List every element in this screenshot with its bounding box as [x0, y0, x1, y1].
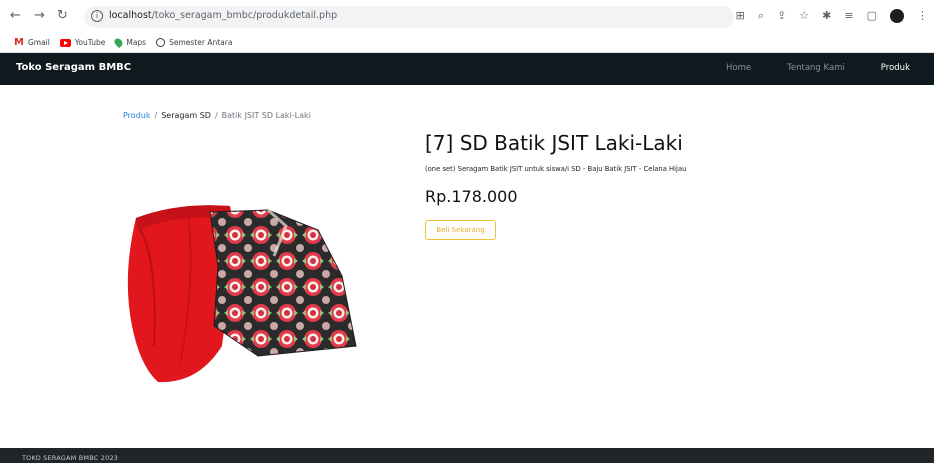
bookmarks-bar: M Gmail YouTube Maps Semester Antara: [0, 33, 934, 53]
gmail-icon: M: [14, 37, 24, 48]
product-image: [127, 205, 357, 383]
bookmark-semester-antara[interactable]: Semester Antara: [156, 38, 232, 47]
site-footer: TOKO SERAGAM BMBC 2023: [0, 448, 934, 463]
address-bar[interactable]: i localhost/toko_seragam_bmbc/produkdeta…: [84, 6, 734, 28]
url-text: localhost/toko_seragam_bmbc/produkdetail…: [109, 10, 338, 21]
breadcrumb-separator: /: [154, 111, 158, 120]
buy-now-button[interactable]: Beli Sekarang: [425, 220, 496, 240]
breadcrumb: Produk / Seragam SD / Batik JSIT SD Laki-Lak…: [123, 111, 311, 120]
product-description: (one set) Seragam Batik JSIT untuk siswa…: [425, 165, 687, 173]
share-icon[interactable]: ⇪: [777, 9, 786, 23]
product-title: [7] SD Batik JSIT Laki-Laki: [425, 131, 683, 155]
bookmark-youtube[interactable]: YouTube: [59, 38, 105, 47]
zoom-icon[interactable]: ⌕: [758, 9, 764, 23]
bookmark-maps[interactable]: Maps: [113, 36, 146, 49]
bookmark-gmail[interactable]: M Gmail: [14, 37, 50, 48]
globe-icon: [156, 38, 166, 47]
nav-link-home[interactable]: Home: [726, 63, 751, 73]
maps-icon: [113, 36, 125, 49]
breadcrumb-separator: /: [214, 111, 218, 120]
breadcrumb-category: Seragam SD: [161, 111, 211, 120]
reload-icon[interactable]: ↻: [57, 9, 68, 23]
breadcrumb-current: Batik JSIT SD Laki-Laki: [221, 111, 311, 120]
youtube-icon: [59, 38, 71, 47]
menu-kebab-icon[interactable]: ⋮: [917, 9, 928, 23]
translate-icon[interactable]: ⊞: [736, 9, 745, 23]
nav-link-tentang-kami[interactable]: Tentang Kami: [787, 63, 845, 73]
nav-link-produk[interactable]: Produk: [881, 63, 910, 73]
profile-avatar-icon[interactable]: [890, 9, 904, 23]
footer-copyright: TOKO SERAGAM BMBC 2023: [22, 454, 119, 462]
nav-links: Home Tentang Kami Produk: [726, 63, 910, 73]
browser-actions: ⊞ ⌕ ⇪ ☆ ✱ ≡ ▢ ⋮: [736, 9, 928, 23]
site-info-icon[interactable]: i: [91, 10, 103, 22]
forward-arrow-icon[interactable]: →: [34, 9, 45, 23]
site-navbar: Toko Seragam BMBC Home Tentang Kami Prod…: [0, 53, 934, 85]
product-price: Rp.178.000: [425, 187, 518, 206]
browser-toolbar: ← → ↻ i localhost/toko_seragam_bmbc/prod…: [0, 0, 934, 33]
breadcrumb-produk[interactable]: Produk: [123, 111, 150, 120]
reading-list-icon[interactable]: ≡: [844, 9, 853, 23]
bookmark-star-icon[interactable]: ☆: [799, 9, 809, 23]
site-brand[interactable]: Toko Seragam BMBC: [16, 62, 131, 73]
side-panel-icon[interactable]: ▢: [867, 9, 877, 23]
extensions-icon[interactable]: ✱: [822, 9, 831, 23]
back-arrow-icon[interactable]: ←: [10, 9, 21, 23]
